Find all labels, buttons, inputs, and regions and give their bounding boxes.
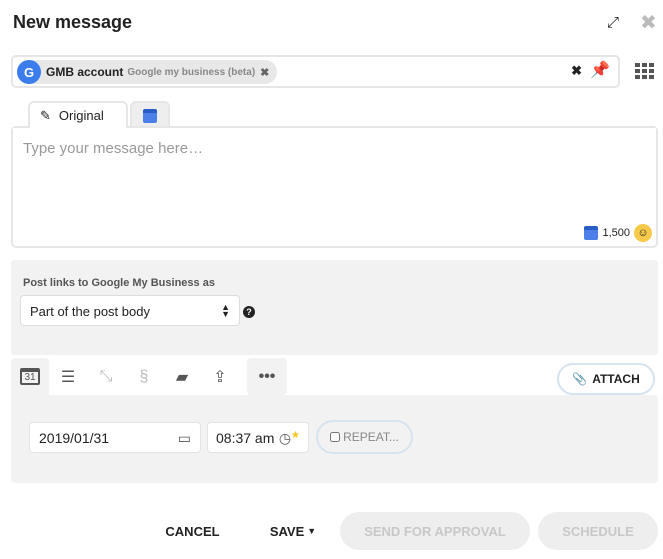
clock-star-icon[interactable]: ◷★ bbox=[279, 430, 300, 446]
repeat-label: REPEAT... bbox=[343, 430, 399, 444]
save-label: SAVE bbox=[269, 523, 305, 539]
link-shortener-icon[interactable]: § bbox=[125, 358, 163, 395]
message-box: 1,500 ☺ bbox=[11, 126, 658, 248]
cancel-button[interactable]: CANCEL bbox=[150, 512, 235, 550]
account-type: Google my business (beta) bbox=[127, 66, 256, 78]
gmb-store-icon bbox=[584, 226, 599, 240]
emoji-icon[interactable]: ☺ bbox=[634, 224, 652, 242]
google-avatar-icon: G bbox=[17, 60, 41, 84]
schedule-button[interactable]: SCHEDULE bbox=[538, 512, 658, 550]
link-option-value: Part of the post body bbox=[30, 304, 150, 319]
close-icon[interactable]: ✖ bbox=[640, 10, 657, 35]
expand-icon[interactable]: ⤢ bbox=[607, 14, 619, 31]
send-for-approval-button[interactable]: SEND FOR APPROVAL bbox=[340, 512, 530, 550]
message-input[interactable] bbox=[13, 128, 656, 218]
repeat-checkbox[interactable] bbox=[330, 432, 341, 442]
book-icon[interactable]: ▰ bbox=[163, 358, 201, 395]
tab-gmb[interactable] bbox=[130, 101, 170, 128]
account-name: GMB account bbox=[46, 65, 124, 79]
calendar-icon[interactable]: ▭ bbox=[178, 430, 191, 446]
more-icon[interactable]: ••• bbox=[247, 358, 287, 395]
char-count: 1,500 bbox=[602, 227, 630, 239]
char-counter: 1,500 ☺ bbox=[584, 224, 652, 242]
attach-button[interactable]: 📎 ATTACH bbox=[557, 363, 655, 395]
tab-original[interactable]: ✎ Original bbox=[28, 101, 128, 128]
schedule-panel: 2019/01/31 ▭ 08:37 am ◷★ REPEAT... bbox=[11, 395, 658, 483]
clear-icon[interactable]: ✖ bbox=[571, 63, 582, 79]
link-options-panel: Post links to Google My Business as Part… bbox=[11, 260, 658, 355]
pencil-icon: ✎ bbox=[40, 107, 51, 123]
link-option-select[interactable]: Part of the post body ▲ ▼ bbox=[20, 295, 240, 326]
account-chip: G GMB account Google my business (beta) … bbox=[17, 60, 278, 84]
attach-label: ATTACH bbox=[592, 372, 640, 386]
time-input[interactable]: 08:37 am ◷★ bbox=[207, 422, 309, 453]
select-arrows-icon: ▲ ▼ bbox=[221, 302, 230, 319]
grid-menu-icon[interactable] bbox=[635, 63, 654, 79]
list-icon[interactable]: ☰ bbox=[49, 358, 87, 395]
shrink-settings-icon[interactable]: ⤡ bbox=[87, 358, 125, 395]
toolbar: 31 ☰ ⤡ § ▰ ⇪ ••• bbox=[11, 358, 287, 395]
dialog-title: New message bbox=[13, 12, 133, 32]
remove-account-icon[interactable]: ✖ bbox=[260, 66, 269, 79]
save-button[interactable]: SAVE ▼ bbox=[258, 512, 328, 550]
upload-icon[interactable]: ⇪ bbox=[201, 358, 239, 395]
account-selector[interactable]: G GMB account Google my business (beta) … bbox=[11, 55, 620, 88]
link-option-label: Post links to Google My Business as bbox=[23, 277, 215, 289]
pin-icon[interactable]: 📌 bbox=[590, 60, 610, 80]
caret-down-icon: ▼ bbox=[307, 526, 317, 536]
time-value: 08:37 am bbox=[216, 430, 275, 446]
calendar-icon: 31 bbox=[20, 368, 40, 385]
date-value: 2019/01/31 bbox=[39, 430, 110, 446]
date-input[interactable]: 2019/01/31 ▭ bbox=[29, 422, 201, 453]
paperclip-icon: 📎 bbox=[572, 372, 588, 386]
tab-original-label: Original bbox=[58, 108, 104, 123]
calendar-tab[interactable]: 31 bbox=[11, 358, 49, 395]
gmb-store-icon bbox=[143, 108, 157, 123]
repeat-button[interactable]: REPEAT... bbox=[316, 420, 413, 454]
help-icon[interactable]: ? bbox=[243, 306, 255, 318]
